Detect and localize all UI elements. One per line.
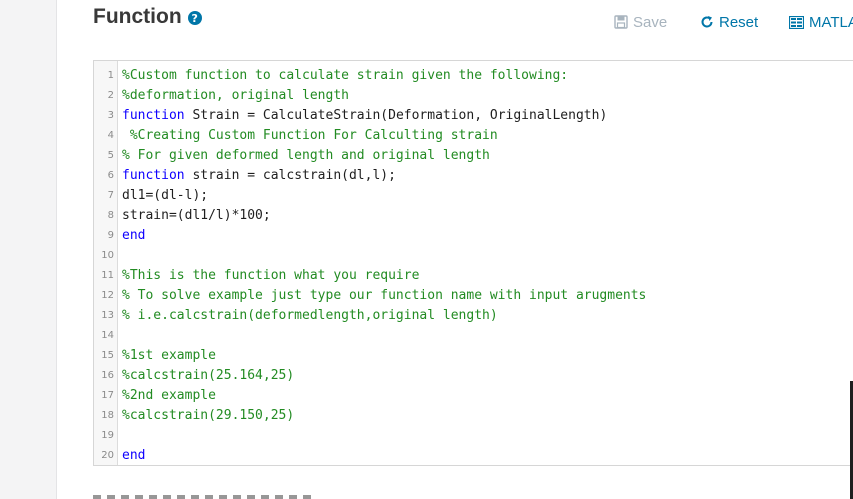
- keyword-token: function: [122, 167, 185, 183]
- line-code: end: [117, 228, 145, 243]
- line-number: 18: [101, 409, 114, 421]
- comment-token: %calcstrain(29.150,25): [122, 407, 295, 423]
- code-line[interactable]: 1 %Custom function to calculate strain gi…: [94, 65, 853, 85]
- code-line[interactable]: 20 end: [94, 445, 853, 465]
- line-number: 5: [107, 149, 114, 161]
- keyword-token: end: [122, 447, 146, 463]
- line-code: %calcstrain(29.150,25): [117, 408, 294, 423]
- line-number: 9: [107, 229, 114, 241]
- line-code: strain=(dl1/l)*100;: [117, 208, 271, 223]
- reset-button[interactable]: Reset: [700, 12, 758, 32]
- code-line[interactable]: 14: [94, 325, 853, 345]
- plain-token: strain = calcstrain(dl,l);: [184, 167, 396, 183]
- code-line[interactable]: 16 %calcstrain(25.164,25): [94, 365, 853, 385]
- comment-token: %2nd example: [122, 387, 216, 403]
- keyword-token: end: [122, 227, 146, 243]
- line-number: 16: [101, 369, 114, 381]
- line-code: %calcstrain(25.164,25): [117, 368, 294, 383]
- keyword-token: function: [122, 107, 185, 123]
- line-code: end: [117, 448, 145, 463]
- line-code: %2nd example: [117, 388, 216, 403]
- save-button[interactable]: Save: [614, 12, 667, 32]
- code-line[interactable]: 9 end: [94, 225, 853, 245]
- code-line[interactable]: 10: [94, 245, 853, 265]
- code-line[interactable]: 17 %2nd example: [94, 385, 853, 405]
- open-in-matlab-button[interactable]: MATLA: [789, 12, 853, 32]
- comment-token: % i.e.calcstrain(deformedlength,original…: [122, 307, 498, 323]
- code-line[interactable]: 12 % To solve example just type our funct…: [94, 285, 853, 305]
- comment-token: % For given deformed length and original…: [122, 147, 490, 163]
- page-header: Function ?: [93, 4, 202, 30]
- line-number: 13: [101, 309, 114, 321]
- code-line[interactable]: 4 %Creating Custom Function For Calculti…: [94, 125, 853, 145]
- line-code: function Strain = CalculateStrain(Deform…: [117, 108, 607, 123]
- line-code: %Creating Custom Function For Calculting…: [117, 128, 498, 143]
- line-code: dl1=(dl-l);: [117, 188, 208, 203]
- line-code: %1st example: [117, 348, 216, 363]
- comment-token: %1st example: [122, 347, 216, 363]
- line-number: 2: [107, 89, 114, 101]
- reset-label: Reset: [719, 13, 759, 31]
- code-editor[interactable]: 1 %Custom function to calculate strain gi…: [93, 60, 853, 466]
- floppy-disk-icon: [614, 15, 628, 29]
- comment-token: %calcstrain(25.164,25): [122, 367, 295, 383]
- code-line[interactable]: 19: [94, 425, 853, 445]
- code-line[interactable]: 6 function strain = calcstrain(dl,l);: [94, 165, 853, 185]
- line-code: % To solve example just type our functio…: [117, 288, 646, 303]
- line-code: % i.e.calcstrain(deformedlength,original…: [117, 308, 498, 323]
- code-line[interactable]: 8 strain=(dl1/l)*100;: [94, 205, 853, 225]
- line-number: 8: [107, 209, 114, 221]
- line-code: %deformation, original length: [117, 88, 349, 103]
- code-line[interactable]: 5 % For given deformed length and origina…: [94, 145, 853, 165]
- line-code: % For given deformed length and original…: [117, 148, 490, 163]
- code-lines[interactable]: 1 %Custom function to calculate strain gi…: [94, 65, 853, 465]
- line-number: 7: [107, 189, 114, 201]
- line-code: %Custom function to calculate strain giv…: [117, 68, 568, 83]
- matlab-grid-icon: [789, 15, 804, 29]
- line-number: 12: [101, 289, 114, 301]
- code-line[interactable]: 18 %calcstrain(29.150,25): [94, 405, 853, 425]
- comment-token: %Custom function to calculate strain giv…: [122, 67, 569, 83]
- comment-token: %Creating Custom Function For Calculting…: [122, 127, 498, 143]
- line-number: 3: [107, 109, 114, 121]
- line-number: 4: [107, 129, 114, 141]
- comment-token: %This is the function what you require: [122, 267, 420, 283]
- plain-token: Strain = CalculateStrain(Deformation, Or…: [184, 107, 608, 123]
- line-number: 11: [101, 269, 114, 281]
- line-number: 14: [101, 329, 114, 341]
- line-number: 15: [101, 349, 114, 361]
- plain-token: dl1=(dl-l);: [122, 187, 209, 203]
- comment-token: % To solve example just type our functio…: [122, 287, 647, 303]
- line-code: %This is the function what you require: [117, 268, 419, 283]
- refresh-icon: [700, 15, 714, 29]
- line-number: 10: [101, 249, 114, 261]
- line-number: 19: [101, 429, 114, 441]
- code-line[interactable]: 13 % i.e.calcstrain(deformedlength,origin…: [94, 305, 853, 325]
- matlab-label: MATLA: [809, 13, 853, 31]
- code-line[interactable]: 7 dl1=(dl-l);: [94, 185, 853, 205]
- line-number: 1: [107, 69, 114, 81]
- code-line[interactable]: 15 %1st example: [94, 345, 853, 365]
- code-line[interactable]: 2 %deformation, original length: [94, 85, 853, 105]
- line-number: 6: [107, 169, 114, 181]
- left-sidebar: [0, 0, 57, 499]
- line-number: 17: [101, 389, 114, 401]
- page-title: Function: [93, 5, 182, 28]
- line-code: function strain = calcstrain(dl,l);: [117, 168, 396, 183]
- line-number: 20: [101, 449, 114, 461]
- help-icon[interactable]: ?: [187, 11, 202, 25]
- code-line[interactable]: 3 function Strain = CalculateStrain(Defor…: [94, 105, 853, 125]
- save-label: Save: [633, 13, 668, 31]
- plain-token: strain=(dl1/l)*100;: [122, 207, 271, 223]
- code-line[interactable]: 11 %This is the function what you require: [94, 265, 853, 285]
- truncated-text-below: [93, 490, 313, 499]
- comment-token: %deformation, original length: [122, 87, 349, 103]
